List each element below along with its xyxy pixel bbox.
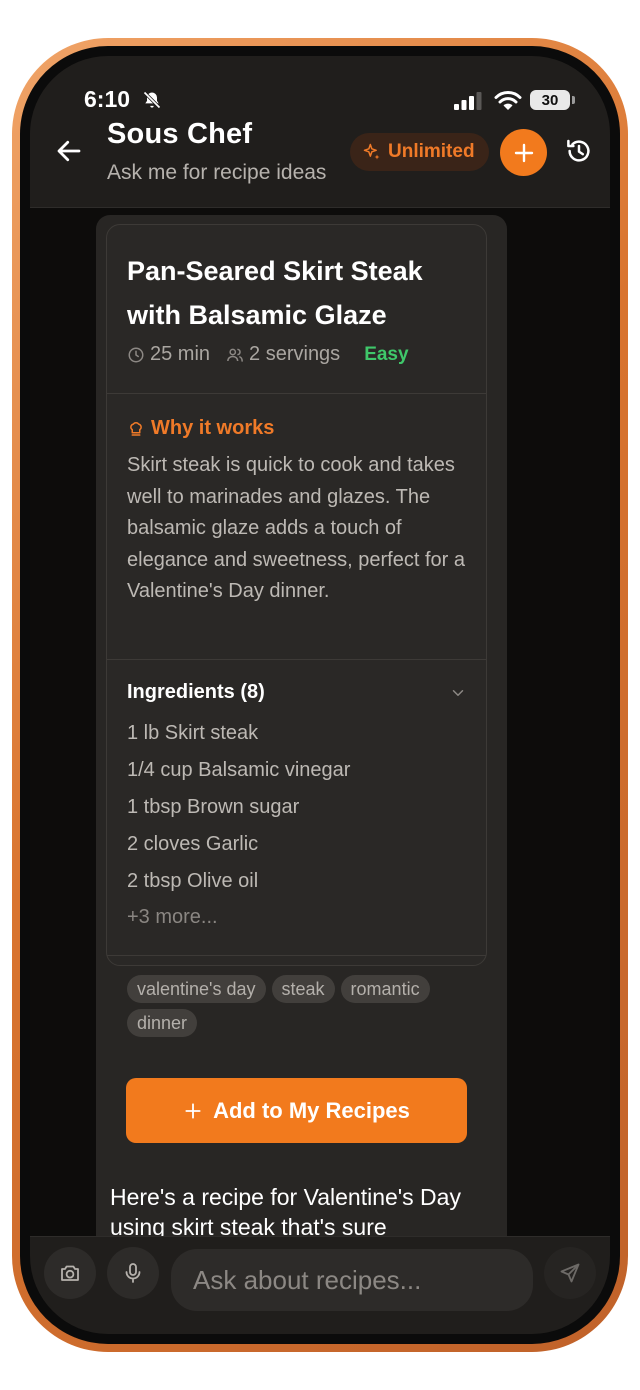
sparkle-icon (363, 143, 380, 160)
tag-chip: valentine's day (127, 975, 266, 1003)
divider (107, 955, 486, 956)
ingredient-list: 1 lb Skirt steak 1/4 cup Balsamic vinega… (127, 721, 350, 906)
add-to-my-recipes-button[interactable]: Add to My Recipes (126, 1078, 467, 1143)
ingredients-toggle[interactable]: Ingredients (8) (127, 681, 467, 704)
ingredient-item: 2 cloves Garlic (127, 833, 259, 855)
recipe-card: Pan-Seared Skirt Steak with Balsamic Gla… (106, 224, 487, 1037)
ingredient-item: 1 lb Skirt steak (127, 722, 259, 744)
send-icon (560, 1263, 580, 1283)
tag-chip: romantic (340, 975, 430, 1003)
chat-title: Sous Chef (107, 118, 253, 150)
clock-icon (128, 347, 144, 362)
signal-icon (454, 92, 482, 110)
add-to-my-recipes-label: Add to My Recipes (213, 1097, 410, 1123)
divider (107, 393, 486, 394)
battery-indicator: 30 (530, 90, 570, 110)
assistant-message-text: Here's a recipe for Valentine's Day usin… (110, 1184, 461, 1240)
unlimited-label: Unlimited (388, 141, 475, 162)
message-composer (30, 1236, 610, 1334)
ingredients-title: Ingredients (8) (127, 681, 265, 703)
cook-time: 25 min (127, 343, 210, 366)
servings: 2 servings (226, 343, 340, 366)
back-arrow-icon[interactable] (54, 136, 84, 166)
history-icon[interactable] (564, 136, 594, 166)
people-icon (227, 348, 243, 362)
plus-icon (185, 1102, 201, 1119)
more-ingredients-link[interactable]: +3 more... (127, 906, 218, 929)
servings-label: 2 servings (249, 343, 341, 365)
camera-button[interactable] (44, 1247, 96, 1299)
unlimited-badge[interactable]: Unlimited (350, 133, 489, 171)
recipe-meta: 25 min 2 servings Easy (127, 343, 409, 366)
tag-chip: dinner (127, 1009, 198, 1037)
app-screen: 6:10 30 Sous Chef Ask me for recipe idea… (30, 56, 610, 1334)
tag-chip: steak (271, 975, 335, 1003)
cook-time-label: 25 min (150, 343, 211, 365)
recipe-title: Pan-Seared Skirt Steak with Balsamic Gla… (127, 256, 423, 330)
app-header: 6:10 30 Sous Chef Ask me for recipe idea… (30, 56, 610, 208)
send-button[interactable] (544, 1247, 596, 1299)
camera-icon (61, 1265, 79, 1281)
ingredient-item: 1 tbsp Brown sugar (127, 796, 300, 818)
divider (107, 659, 486, 660)
why-it-works-header: Why it works (127, 417, 274, 440)
chevron-down-icon[interactable] (449, 684, 467, 702)
message-input[interactable] (171, 1249, 533, 1311)
ingredient-item: 2 tbsp Olive oil (127, 870, 259, 892)
new-chat-button[interactable] (500, 129, 547, 176)
plus-icon (514, 143, 533, 162)
battery-tip (572, 96, 575, 104)
why-it-works-label: Why it works (151, 417, 275, 439)
why-it-works-text: Skirt steak is quick to cook and takes w… (127, 454, 465, 603)
difficulty-badge: Easy (364, 343, 409, 365)
chat-subtitle: Ask me for recipe ideas (107, 161, 327, 184)
status-time: 6:10 (84, 86, 131, 112)
tag-list: valentine's day steak romantic dinner (127, 975, 472, 1037)
microphone-button[interactable] (107, 1247, 159, 1299)
wifi-icon (494, 91, 522, 110)
bell-slash-icon (143, 91, 161, 109)
chef-hat-icon (130, 421, 142, 436)
microphone-icon (125, 1263, 141, 1283)
ingredient-item: 1/4 cup Balsamic vinegar (127, 759, 351, 781)
